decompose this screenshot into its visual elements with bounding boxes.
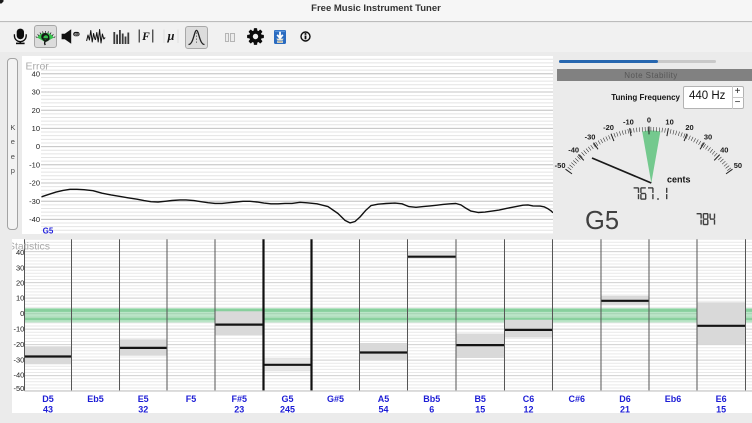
svg-text:-30: -30	[29, 196, 40, 205]
svg-text:15: 15	[716, 404, 726, 414]
svg-text:0: 0	[36, 142, 40, 151]
svg-text:-30: -30	[585, 133, 596, 142]
svg-text:μ: μ	[167, 29, 175, 43]
svg-text:10: 10	[665, 117, 673, 126]
svg-text:A5: A5	[378, 394, 390, 404]
svg-text:32: 32	[138, 404, 148, 414]
svg-text:G5: G5	[43, 226, 54, 234]
svg-text:12: 12	[523, 404, 533, 414]
svg-text:D5: D5	[42, 394, 54, 404]
svg-text:-10: -10	[29, 160, 40, 169]
svg-text:-10: -10	[13, 324, 24, 333]
svg-text:C#6: C#6	[569, 394, 585, 404]
svg-text:-40: -40	[29, 215, 40, 224]
svg-text:0: 0	[20, 309, 24, 318]
svg-text:-50: -50	[555, 161, 566, 170]
svg-text:B5: B5	[474, 394, 486, 404]
svg-text:D6: D6	[619, 394, 631, 404]
svg-text:F5: F5	[186, 394, 197, 404]
svg-text:20: 20	[685, 123, 693, 132]
svg-text:30: 30	[32, 87, 40, 96]
svg-text:-20: -20	[603, 123, 614, 132]
svg-text:50: 50	[734, 161, 742, 170]
svg-text:cents: cents	[667, 174, 691, 184]
svg-text:-50: -50	[13, 384, 24, 393]
svg-text:Bb5: Bb5	[423, 394, 440, 404]
svg-text:21: 21	[620, 404, 630, 414]
svg-text:10: 10	[16, 293, 24, 302]
svg-text:-20: -20	[13, 340, 24, 349]
svg-text:20: 20	[32, 105, 40, 114]
svg-text:G#5: G#5	[327, 394, 344, 404]
svg-text:F: F	[141, 31, 150, 43]
svg-text:-10: -10	[623, 117, 634, 126]
svg-text:245: 245	[280, 404, 295, 414]
svg-text:E5: E5	[138, 394, 149, 404]
svg-text:Eb5: Eb5	[87, 394, 103, 404]
svg-text:Error: Error	[26, 61, 50, 72]
svg-text:40: 40	[720, 145, 728, 154]
svg-text:30: 30	[704, 133, 712, 142]
svg-text:C6: C6	[523, 394, 535, 404]
svg-text:43: 43	[43, 404, 53, 414]
svg-text:-40: -40	[568, 145, 579, 154]
svg-text:23: 23	[234, 404, 244, 414]
svg-text:-40: -40	[13, 370, 24, 379]
svg-text:0: 0	[647, 115, 651, 124]
svg-text:G5: G5	[282, 394, 294, 404]
svg-text:-20: -20	[29, 178, 40, 187]
svg-text:6: 6	[429, 404, 434, 414]
svg-text:20: 20	[16, 278, 24, 287]
svg-text:E6: E6	[716, 394, 727, 404]
svg-text:15: 15	[475, 404, 485, 414]
svg-text:Statistics: Statistics	[12, 241, 50, 252]
svg-text:F#5: F#5	[231, 394, 246, 404]
svg-text:Eb6: Eb6	[665, 394, 681, 404]
svg-text:10: 10	[32, 124, 40, 133]
svg-text:30: 30	[16, 263, 24, 272]
svg-text:-30: -30	[13, 355, 24, 364]
svg-text:54: 54	[378, 404, 388, 414]
svg-text:dB: dB	[74, 32, 79, 36]
